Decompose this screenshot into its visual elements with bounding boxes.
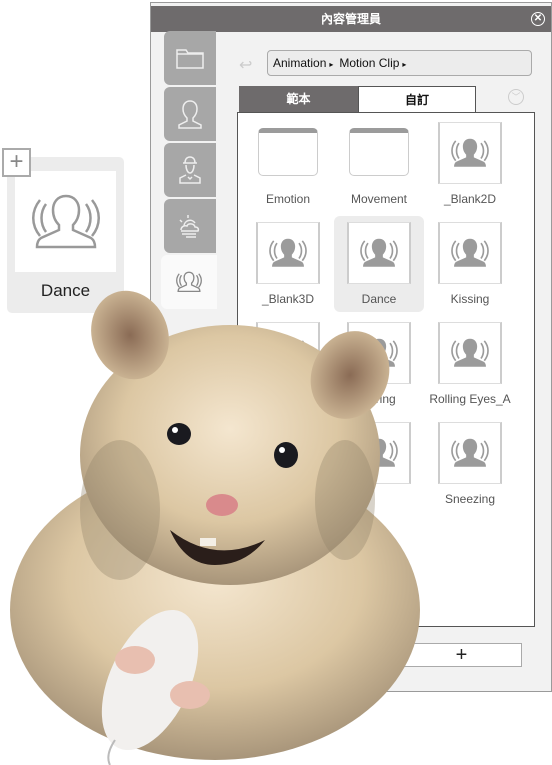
tab-custom[interactable]: 自訂 [358, 86, 476, 113]
weather-icon [179, 215, 200, 238]
breadcrumb-arrow-icon: ▸ [329, 60, 334, 69]
breadcrumb-arrow-icon[interactable]: ▸ [402, 60, 406, 69]
motion-person-icon [438, 222, 502, 284]
motion-person-icon [256, 222, 320, 284]
back-arrow-icon[interactable]: ↩ [239, 55, 252, 75]
sidebar-tab-costume[interactable] [164, 143, 216, 197]
motion-person-icon [438, 122, 502, 184]
grid-item-label: _Blank2D [443, 192, 497, 206]
tab-template[interactable]: 範本 [239, 86, 358, 113]
costume-person-icon [179, 156, 201, 184]
folder-icon [258, 128, 318, 176]
window-title: 內容管理員 [320, 12, 381, 26]
folder-icon [176, 49, 204, 69]
folder-icon [349, 128, 409, 176]
breadcrumb: Animation ▸ Motion Clip ▸ [267, 50, 532, 76]
chevron-down-icon[interactable]: ﹀ [508, 89, 524, 105]
sidebar-tab-character[interactable] [164, 87, 216, 141]
hamster-image [10, 290, 420, 765]
motion-person-icon [15, 171, 116, 272]
grid-item-label: Emotion [265, 192, 311, 206]
breadcrumb-item[interactable]: Animation [273, 56, 326, 70]
grid-item[interactable]: Movement [334, 116, 424, 212]
add-plus-indicator: + [2, 148, 31, 177]
grid-item[interactable]: _Blank2D [425, 116, 515, 212]
close-circle-icon[interactable]: ✕ [531, 12, 545, 26]
motion-person-icon [438, 322, 502, 384]
motion-person-icon [347, 222, 411, 284]
motion-person-icon [438, 422, 502, 484]
title-bar[interactable]: 內容管理員 ✕ [151, 6, 551, 32]
grid-item[interactable]: Emotion [243, 116, 333, 212]
sidebar-tab-weather[interactable] [164, 199, 216, 253]
person-icon [178, 100, 202, 129]
grid-item-label: Movement [350, 192, 408, 206]
sidebar-tab-folder[interactable] [164, 31, 216, 85]
breadcrumb-item[interactable]: Motion Clip [339, 56, 399, 70]
